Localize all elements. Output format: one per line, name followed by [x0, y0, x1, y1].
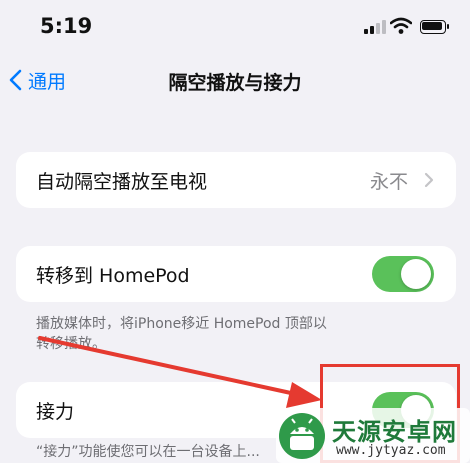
airplay-tv-value: 永不 [369, 171, 408, 193]
homepod-toggle[interactable] [372, 256, 434, 292]
handoff-label: 接力 [36, 401, 75, 423]
watermark-url: www.jytyaz.com [336, 443, 446, 458]
homepod-label: 转移到 HomePod [36, 265, 190, 287]
homepod-footnote: 播放媒体时，将iPhone移近 HomePod 顶部以 转移播放。 [36, 314, 436, 354]
cellular-signal-icon [364, 20, 386, 34]
airplay-tv-label: 自动隔空播放至电视 [36, 171, 208, 193]
homepod-footnote-line2: 转移播放。 [36, 336, 106, 352]
toggle-knob [401, 259, 431, 289]
android-robot-logo-icon [279, 413, 325, 459]
status-time: 5:19 [40, 14, 93, 38]
airplay-tv-row[interactable]: 自动隔空播放至电视 永不 [16, 152, 456, 208]
homepod-row: 转移到 HomePod [16, 246, 456, 302]
battery-icon [420, 20, 450, 34]
status-bar: 5:19 [0, 0, 470, 56]
page-title: 隔空播放与接力 [168, 72, 302, 94]
watermark: 天源安卓网 www.jytyaz.com [276, 408, 470, 463]
homepod-footnote-line1: 播放媒体时，将iPhone移近 HomePod 顶部以 [36, 316, 327, 332]
wifi-icon [390, 17, 412, 34]
navigation-bar: 通用 隔空播放与接力 [0, 56, 470, 106]
chevron-right-icon [424, 172, 434, 188]
watermark-name: 天源安卓网 [332, 418, 457, 446]
